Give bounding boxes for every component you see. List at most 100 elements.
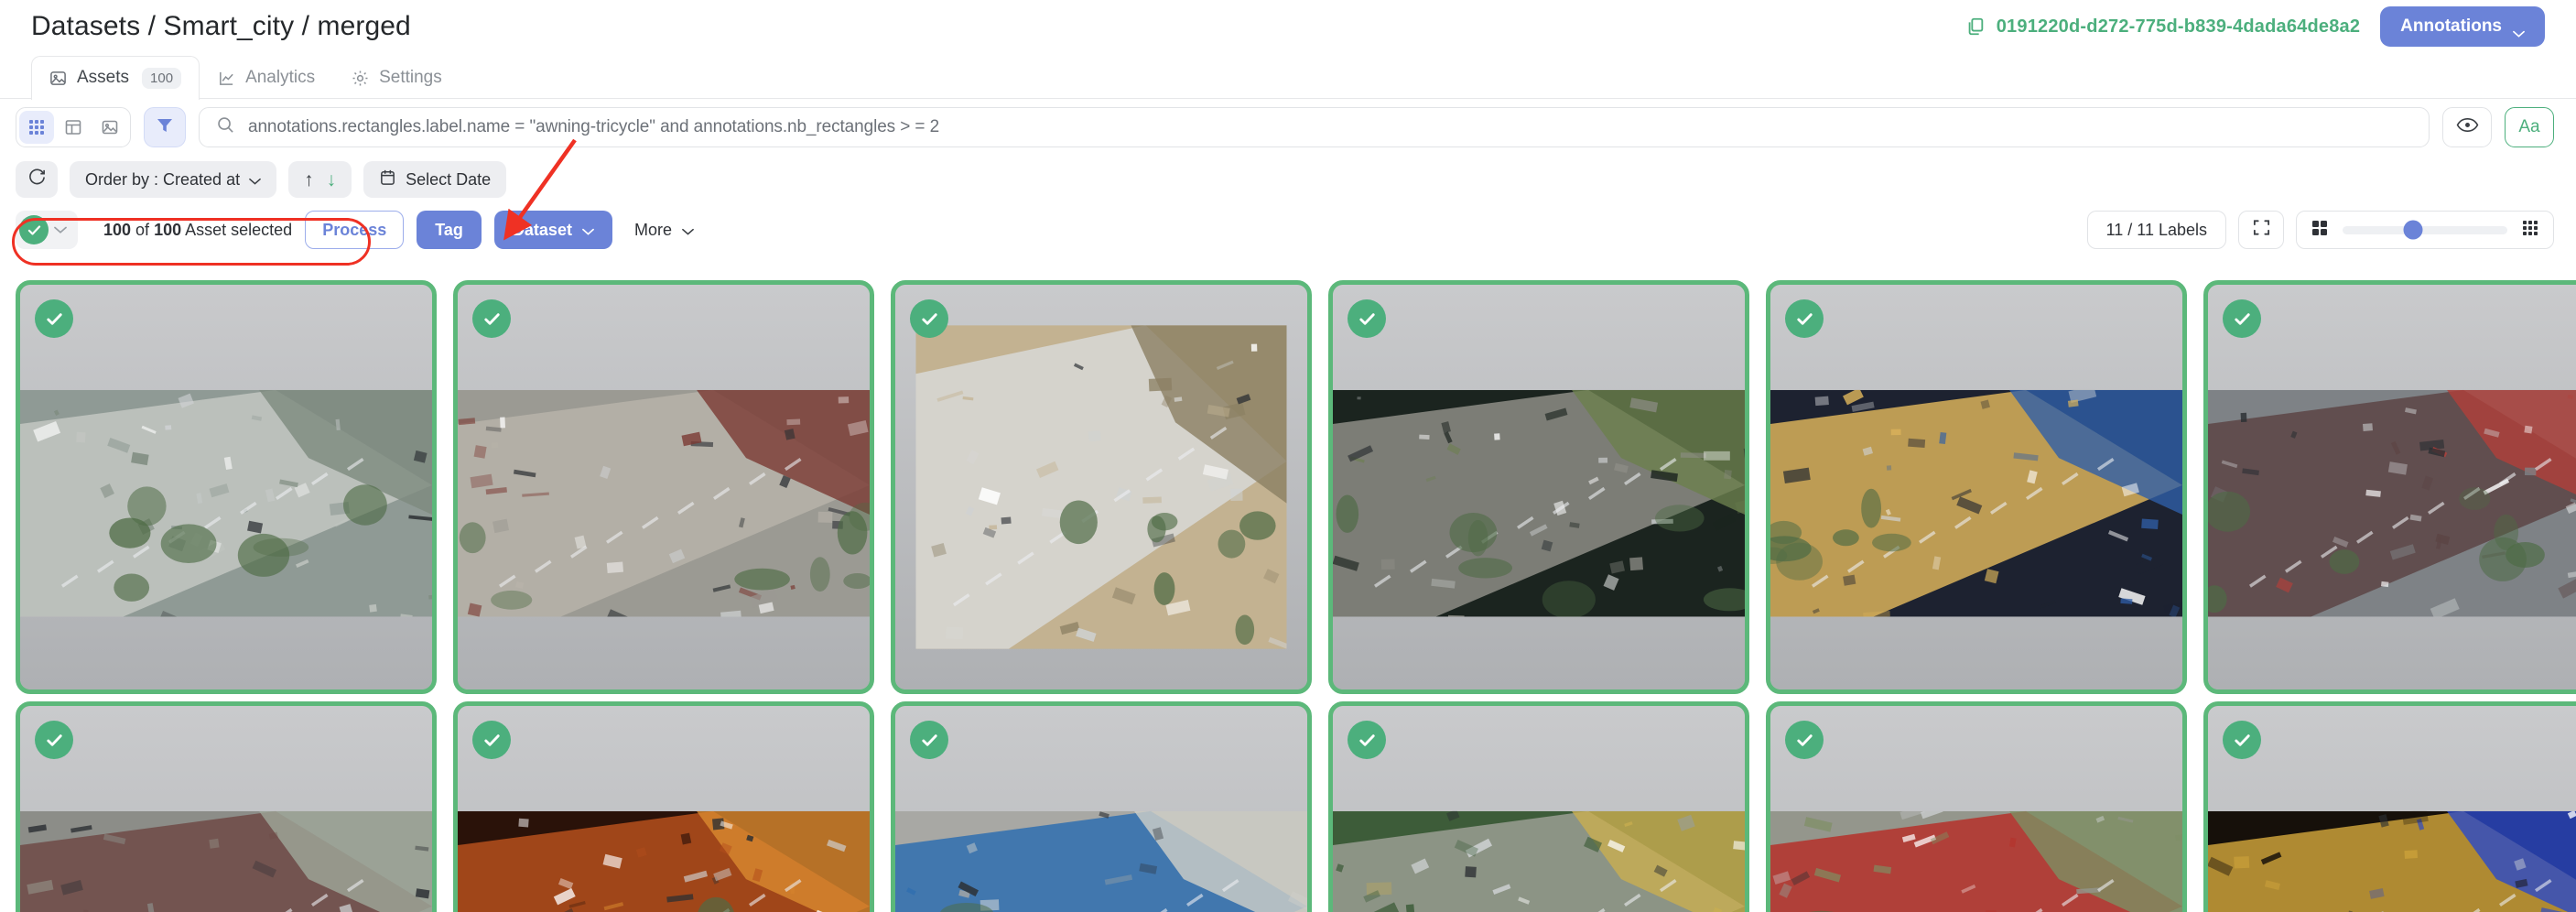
asset-card[interactable] xyxy=(1766,280,2187,694)
asset-card[interactable] xyxy=(16,280,437,694)
asset-selected-checkbox[interactable] xyxy=(472,299,511,338)
asset-thumbnail xyxy=(20,706,432,912)
search-query-text: annotations.rectangles.label.name = "awn… xyxy=(248,117,940,136)
select-date-button[interactable]: Select Date xyxy=(363,161,507,198)
asset-selected-checkbox[interactable] xyxy=(472,721,511,759)
thumbnail-size-slider[interactable] xyxy=(2343,220,2507,240)
chevron-down-icon xyxy=(582,221,594,240)
grid-3x3-icon[interactable] xyxy=(2522,220,2538,241)
image-icon xyxy=(49,70,67,87)
case-sensitive-button[interactable]: Aa xyxy=(2505,107,2554,147)
asset-thumbnail xyxy=(2208,285,2576,689)
more-button[interactable]: More xyxy=(625,211,703,249)
calendar-icon xyxy=(379,168,396,190)
asset-selected-checkbox[interactable] xyxy=(1785,299,1824,338)
asset-card[interactable] xyxy=(891,701,1312,912)
view-mode-group xyxy=(16,107,131,147)
asset-selected-checkbox[interactable] xyxy=(35,721,73,759)
asset-card[interactable] xyxy=(453,280,874,694)
refresh-icon xyxy=(27,168,47,191)
app-header: Datasets / Smart_city / merged 0191220d-… xyxy=(0,0,2576,53)
preview-eye-button[interactable] xyxy=(2442,107,2492,147)
asset-thumbnail xyxy=(1333,706,1745,912)
action-row: 100 of 100 Asset selected Process Tag Da… xyxy=(0,203,2576,256)
selected-count: 100 xyxy=(103,220,132,239)
asset-thumbnail xyxy=(895,706,1307,912)
gear-icon xyxy=(352,70,369,87)
image-icon xyxy=(101,118,119,136)
process-button[interactable]: Process xyxy=(305,211,405,249)
select-date-label: Select Date xyxy=(406,169,492,189)
asset-thumbnail xyxy=(1333,285,1745,689)
chevron-down-icon[interactable] xyxy=(54,222,67,238)
dataset-id: 0191220d-d272-775d-b839-4dada64de8a2 xyxy=(1996,16,2361,37)
fullscreen-icon xyxy=(2252,218,2271,242)
refresh-button[interactable] xyxy=(16,161,58,198)
tab-assets-label: Assets xyxy=(77,68,130,87)
tag-button[interactable]: Tag xyxy=(417,211,482,249)
grid-view-button[interactable] xyxy=(19,111,54,144)
table-view-button[interactable] xyxy=(56,111,91,144)
order-by-label: Order by : Created at xyxy=(85,169,241,189)
asset-selected-checkbox[interactable] xyxy=(35,299,73,338)
search-input[interactable]: annotations.rectangles.label.name = "awn… xyxy=(199,107,2430,147)
asset-selected-checkbox[interactable] xyxy=(2223,299,2261,338)
asset-card[interactable] xyxy=(1766,701,2187,912)
asset-selected-checkbox[interactable] xyxy=(910,721,948,759)
table-icon xyxy=(64,118,82,136)
asset-card[interactable] xyxy=(453,701,874,912)
grid-dots-icon xyxy=(27,118,46,136)
asset-thumbnail xyxy=(895,285,1307,689)
asset-thumbnail xyxy=(20,285,432,689)
asset-selected-checkbox[interactable] xyxy=(1785,721,1824,759)
dataset-button[interactable]: Dataset xyxy=(493,211,612,249)
asset-card[interactable] xyxy=(1328,280,1749,694)
labels-count-badge[interactable]: 11 / 11 Labels xyxy=(2086,211,2226,249)
order-by-dropdown[interactable]: Order by : Created at xyxy=(70,161,277,198)
tab-assets[interactable]: Assets 100 xyxy=(31,55,200,100)
slider-handle[interactable] xyxy=(2403,220,2423,240)
select-all-control[interactable] xyxy=(16,211,78,249)
chevron-down-icon xyxy=(2513,23,2525,38)
asset-selected-checkbox[interactable] xyxy=(2223,721,2261,759)
asset-selected-checkbox[interactable] xyxy=(910,299,948,338)
thumbnail-size-control xyxy=(2296,211,2554,249)
tab-settings[interactable]: Settings xyxy=(333,56,460,100)
dataset-id-copy[interactable]: 0191220d-d272-775d-b839-4dada64de8a2 xyxy=(1965,16,2360,38)
dataset-button-label: Dataset xyxy=(512,220,572,239)
tab-bar: Assets 100 Analytics Settings xyxy=(0,53,2576,100)
asset-card[interactable] xyxy=(1328,701,1749,912)
asset-selected-checkbox[interactable] xyxy=(1348,721,1386,759)
grid-2x2-icon[interactable] xyxy=(2311,220,2328,241)
sort-direction-group[interactable]: ↑ ↓ xyxy=(288,161,352,198)
image-view-button[interactable] xyxy=(92,111,127,144)
asset-card[interactable] xyxy=(2203,701,2576,912)
tab-settings-label: Settings xyxy=(379,68,442,87)
filter-button[interactable] xyxy=(144,107,186,147)
action-row-right: 11 / 11 Labels xyxy=(2086,211,2554,249)
asset-thumbnail xyxy=(458,285,870,689)
asset-thumbnail xyxy=(1770,706,2182,912)
fullscreen-button[interactable] xyxy=(2238,211,2284,249)
chevron-down-icon xyxy=(249,170,261,190)
chart-line-icon xyxy=(218,70,235,87)
asset-card[interactable] xyxy=(16,701,437,912)
asset-thumbnail xyxy=(458,706,870,912)
sort-descending-icon[interactable]: ↓ xyxy=(327,170,337,190)
check-circle-icon xyxy=(19,215,49,244)
asset-card[interactable] xyxy=(2203,280,2576,694)
asset-selected-checkbox[interactable] xyxy=(1348,299,1386,338)
selection-summary: 100 of 100 Asset selected xyxy=(103,221,292,240)
total-count: 100 xyxy=(154,220,182,239)
tab-analytics[interactable]: Analytics xyxy=(200,56,333,100)
tab-assets-count: 100 xyxy=(142,67,182,89)
breadcrumb: Datasets / Smart_city / merged xyxy=(31,11,411,41)
order-row: Order by : Created at ↑ ↓ Select Date xyxy=(0,156,2576,203)
search-icon xyxy=(216,115,235,139)
asset-card[interactable] xyxy=(891,280,1312,694)
sort-ascending-icon[interactable]: ↑ xyxy=(304,170,314,190)
text-case-icon: Aa xyxy=(2518,117,2540,136)
asset-thumbnail xyxy=(2208,706,2576,912)
annotations-button[interactable]: Annotations xyxy=(2380,6,2545,47)
tag-button-label: Tag xyxy=(435,220,463,239)
